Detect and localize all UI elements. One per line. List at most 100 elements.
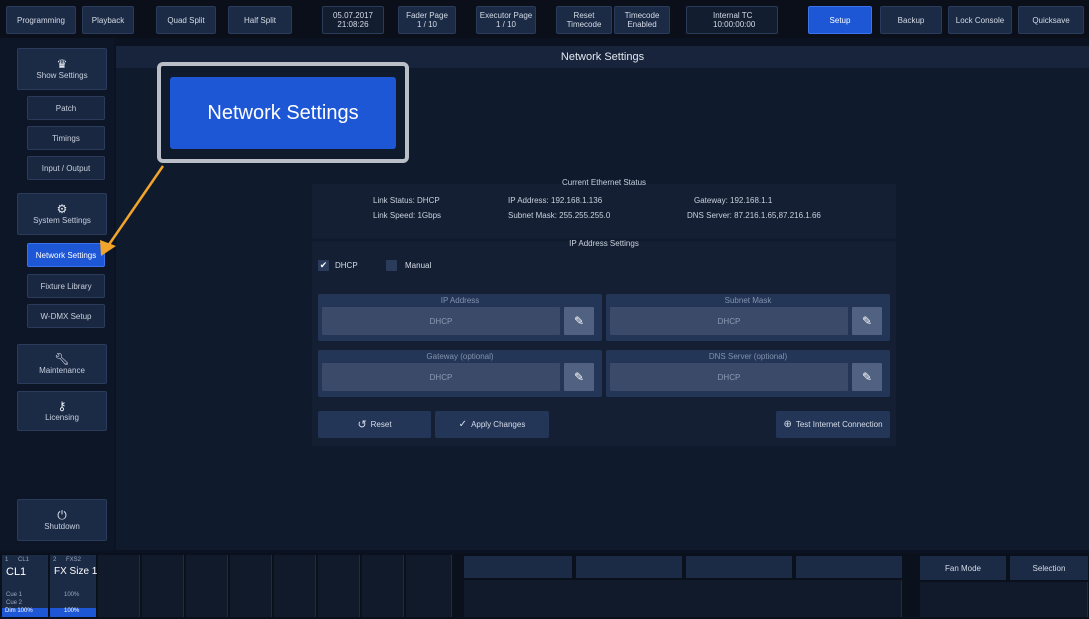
gateway-input[interactable]: DHCP [322,363,560,391]
backup-button[interactable]: Backup [880,6,942,34]
edit-subnet-mask-button[interactable]: ✎ [852,307,882,335]
edit-dns-server-button[interactable]: ✎ [852,363,882,391]
quicksave-button[interactable]: Quicksave [1018,6,1084,34]
executor-grid[interactable] [464,580,902,617]
timecode-label: Timecode [624,11,660,20]
manual-checkbox[interactable]: Manual [386,260,431,271]
apply-changes-button[interactable]: ✓ Apply Changes [435,411,549,438]
executor-header-2[interactable] [576,556,682,578]
fader-cell-1[interactable]: 1 CL1 CL1 Cue 1 Cue 2 Dim 100% [2,555,48,617]
shutdown-button[interactable]: ⏻ Shutdown [17,499,107,541]
executor-page-label: Executor Page [479,11,533,20]
fader-page-button[interactable]: Fader Page 1 / 10 [398,6,456,34]
programming-button[interactable]: Programming [6,6,76,34]
fader-cell-6[interactable] [230,555,272,617]
fan-mode-button[interactable]: Fan Mode [920,556,1006,580]
fixture-library-button[interactable]: Fixture Library [27,274,105,298]
callout-network-settings: Network Settings [170,77,396,149]
executor-header-4[interactable] [796,556,902,578]
subnet-mask-label: Subnet Mask [724,296,772,305]
timings-button[interactable]: Timings [27,126,105,150]
pencil-icon: ✎ [861,370,873,384]
fader1-cue1: Cue 1 [6,592,23,598]
fader-cell-2[interactable]: 2 FXS2 FX Size 1 100% 100% [50,555,98,617]
fader-cell-10[interactable] [406,555,452,617]
reset-timecode-label: Reset [573,11,595,20]
input-output-button[interactable]: Input / Output [27,156,105,180]
fader-page-value: 1 / 10 [416,20,437,29]
subnet-mask-input[interactable]: DHCP [610,307,848,335]
ip-address-field: IP Address DHCP ✎ [318,294,602,341]
maintenance-button[interactable]: 🔧︎ Maintenance [17,344,107,384]
clock-display: 05.07.2017 21:08:26 [322,6,384,34]
apply-changes-label: Apply Changes [471,420,526,429]
gears-icon: ⚙ [56,202,68,216]
test-internet-connection-button[interactable]: ⊕ Test Internet Connection [776,411,890,438]
dns-server-input[interactable]: DHCP [610,363,848,391]
fader1-cue2: Cue 2 [6,600,23,606]
ip-settings-title: IP Address Settings [569,239,639,248]
licensing-button[interactable]: ⚷ Licensing [17,391,107,431]
pencil-icon: ✎ [573,314,585,328]
time-text: 21:08:26 [337,20,369,29]
fader-cell-8[interactable] [318,555,360,617]
key-icon: ⚷ [57,399,67,413]
executor-header-3[interactable] [686,556,792,578]
edit-ip-address-button[interactable]: ✎ [564,307,594,335]
executor-page-button[interactable]: Executor Page 1 / 10 [476,6,536,34]
globe-icon: ⊕ [783,419,792,430]
selection-button[interactable]: Selection [1010,556,1088,580]
fader2-tag: FXS2 [66,557,82,563]
fader-page-label: Fader Page [406,11,448,20]
crown-icon: ♛ [56,57,68,71]
quad-split-button[interactable]: Quad Split [156,6,216,34]
pencil-icon: ✎ [573,370,585,384]
fader-cell-3[interactable] [98,555,140,617]
ip-address-input[interactable]: DHCP [322,307,560,335]
fader2-name: FX Size 1 [54,566,98,577]
fader-cell-9[interactable] [362,555,404,617]
ip-address-label: IP Address [440,296,480,305]
fader1-number: 1 [5,557,9,563]
fader1-dim: Dim 100% [2,608,48,617]
internal-tc-label: Internal TC [713,11,753,20]
executor-header-1[interactable] [464,556,572,578]
show-settings-label: Show Settings [36,71,88,80]
system-settings-label: System Settings [33,216,91,225]
patch-button[interactable]: Patch [27,96,105,120]
test-connection-label: Test Internet Connection [795,420,883,429]
link-speed-text: Link Speed: 1Gbps [373,211,442,220]
timecode-button[interactable]: Timecode Enabled [614,6,670,34]
setup-button[interactable]: Setup [808,6,872,34]
reset-label: Reset [370,420,392,429]
fader-cell-7[interactable] [274,555,316,617]
wrench-icon: 🔧︎ [54,352,70,366]
power-icon: ⏻ [57,508,67,522]
dhcp-checkbox[interactable]: ✔ DHCP [318,260,358,271]
ethernet-status-title: Current Ethernet Status [561,178,647,187]
reset-timecode-button[interactable]: Reset Timecode [556,6,612,34]
timecode-sub: Enabled [627,20,657,29]
half-split-button[interactable]: Half Split [228,6,292,34]
dns-server-field: DNS Server (optional) DHCP ✎ [606,350,890,397]
show-settings-button[interactable]: ♛ Show Settings [17,48,107,90]
network-settings-button[interactable]: Network Settings [27,243,105,267]
shutdown-label: Shutdown [44,522,80,531]
fader-cell-4[interactable] [142,555,184,617]
lock-console-button[interactable]: Lock Console [948,6,1012,34]
edit-gateway-button[interactable]: ✎ [564,363,594,391]
subnet-mask-field: Subnet Mask DHCP ✎ [606,294,890,341]
top-bar: Programming Playback Quad Split Half Spl… [0,0,1089,38]
system-settings-button[interactable]: ⚙ System Settings [17,193,107,235]
internal-tc-value: 10:00:00:00 [713,20,756,29]
wdmx-setup-button[interactable]: W-DMX Setup [27,304,105,328]
manual-label: Manual [405,261,432,270]
reset-timecode-sub: Timecode [566,20,602,29]
gateway-text: Gateway: 192.168.1.1 [694,196,773,205]
encoder-area[interactable] [920,582,1088,617]
reset-button[interactable]: ↺ Reset [318,411,431,438]
playback-button[interactable]: Playback [82,6,134,34]
reset-icon: ↺ [357,419,367,431]
gateway-field: Gateway (optional) DHCP ✎ [318,350,602,397]
fader-cell-5[interactable] [186,555,228,617]
